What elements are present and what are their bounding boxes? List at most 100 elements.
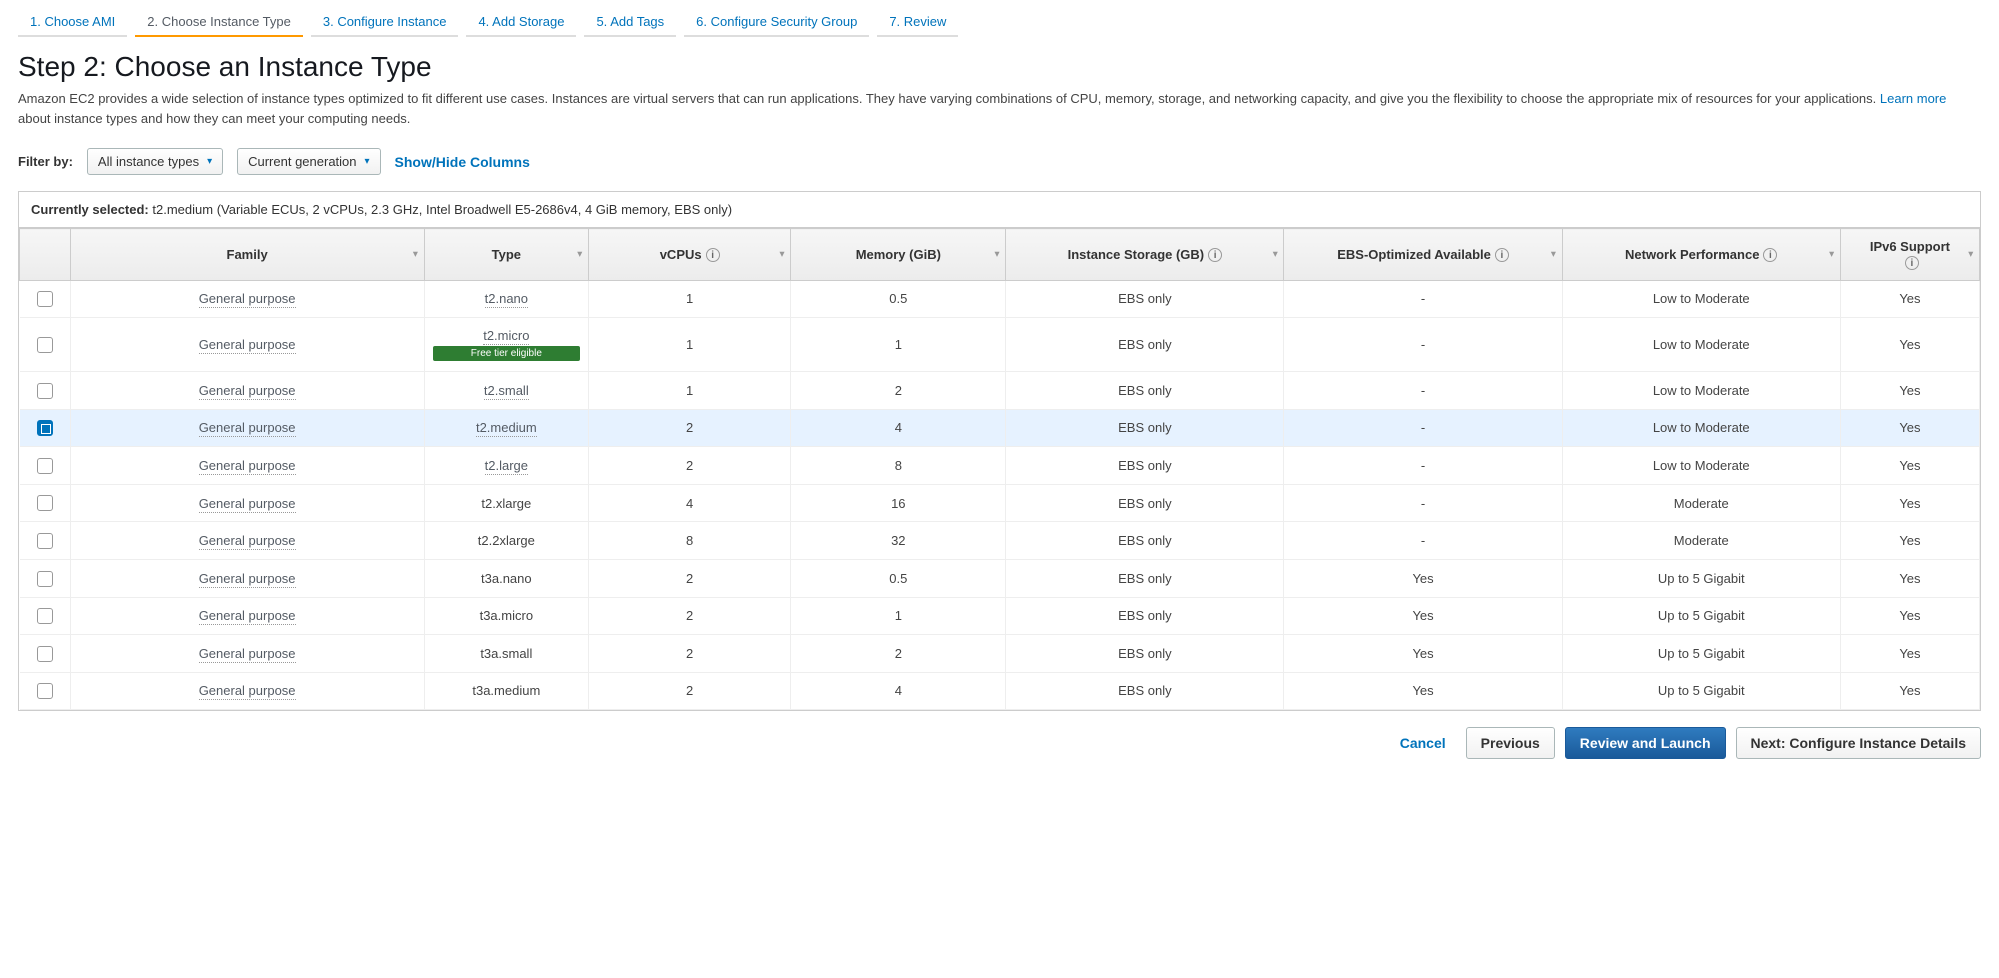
- table-row[interactable]: General purposet2.xlarge416EBS only-Mode…: [20, 484, 1980, 522]
- sort-icon: ▾: [1273, 249, 1278, 260]
- next-button[interactable]: Next: Configure Instance Details: [1736, 727, 1982, 759]
- ipv6-cell: Yes: [1840, 559, 1979, 597]
- info-icon[interactable]: i: [1763, 248, 1777, 262]
- storage-cell: EBS only: [1006, 635, 1284, 673]
- storage-cell: EBS only: [1006, 559, 1284, 597]
- ipv6-cell: Yes: [1840, 635, 1979, 673]
- memory-cell: 0.5: [791, 280, 1006, 318]
- table-row[interactable]: General purposet2.2xlarge832EBS only-Mod…: [20, 522, 1980, 560]
- memory-cell: 2: [791, 635, 1006, 673]
- vcpus-cell: 2: [589, 672, 791, 710]
- type-cell: t3a.medium: [472, 683, 540, 698]
- table-row[interactable]: General purposet3a.nano20.5EBS onlyYesUp…: [20, 559, 1980, 597]
- show-hide-columns-link[interactable]: Show/Hide Columns: [395, 154, 530, 170]
- table-row[interactable]: General purposet3a.micro21EBS onlyYesUp …: [20, 597, 1980, 635]
- storage-cell: EBS only: [1006, 484, 1284, 522]
- sort-icon: ▾: [413, 249, 418, 260]
- memory-cell: 8: [791, 447, 1006, 485]
- table-row[interactable]: General purposet2.nano10.5EBS only-Low t…: [20, 280, 1980, 318]
- network-cell: Up to 5 Gigabit: [1562, 635, 1840, 673]
- ipv6-cell: Yes: [1840, 447, 1979, 485]
- all-instance-types-dropdown[interactable]: All instance types ▾: [87, 148, 223, 175]
- row-checkbox[interactable]: [37, 337, 53, 353]
- column-header-checkbox: [20, 229, 71, 281]
- memory-cell: 1: [791, 597, 1006, 635]
- row-checkbox[interactable]: [37, 571, 53, 587]
- row-checkbox[interactable]: [37, 383, 53, 399]
- table-row[interactable]: General purposet2.small12EBS only-Low to…: [20, 372, 1980, 410]
- family-cell: General purpose: [199, 496, 296, 513]
- column-header-storage[interactable]: Instance Storage (GB)i▾: [1006, 229, 1284, 281]
- family-cell: General purpose: [199, 420, 296, 437]
- wizard-tab-2[interactable]: 2. Choose Instance Type: [135, 8, 303, 37]
- family-cell: General purpose: [199, 533, 296, 550]
- memory-cell: 4: [791, 409, 1006, 447]
- type-cell: t2.nano: [485, 291, 528, 308]
- memory-cell: 16: [791, 484, 1006, 522]
- ebs-cell: Yes: [1284, 559, 1562, 597]
- table-row[interactable]: General purposet3a.small22EBS onlyYesUp …: [20, 635, 1980, 673]
- ebs-cell: -: [1284, 409, 1562, 447]
- vcpus-cell: 8: [589, 522, 791, 560]
- sort-icon: ▾: [577, 249, 582, 260]
- network-cell: Up to 5 Gigabit: [1562, 559, 1840, 597]
- row-checkbox[interactable]: [37, 646, 53, 662]
- info-icon[interactable]: i: [1905, 256, 1919, 270]
- storage-cell: EBS only: [1006, 372, 1284, 410]
- vcpus-cell: 1: [589, 318, 791, 372]
- previous-button[interactable]: Previous: [1466, 727, 1555, 759]
- info-icon[interactable]: i: [1495, 248, 1509, 262]
- row-checkbox[interactable]: [37, 608, 53, 624]
- wizard-tab-3[interactable]: 3. Configure Instance: [311, 8, 459, 37]
- vcpus-cell: 2: [589, 447, 791, 485]
- table-row[interactable]: General purposet3a.medium24EBS onlyYesUp…: [20, 672, 1980, 710]
- type-cell: t2.medium: [476, 420, 537, 437]
- sort-icon: ▾: [780, 249, 785, 260]
- table-row[interactable]: General purposet2.large28EBS only-Low to…: [20, 447, 1980, 485]
- ipv6-cell: Yes: [1840, 318, 1979, 372]
- info-icon[interactable]: i: [1208, 248, 1222, 262]
- column-header-family[interactable]: Family▾: [70, 229, 424, 281]
- row-checkbox[interactable]: [37, 420, 53, 436]
- wizard-tab-7[interactable]: 7. Review: [877, 8, 958, 37]
- row-checkbox[interactable]: [37, 291, 53, 307]
- family-cell: General purpose: [199, 383, 296, 400]
- ebs-cell: -: [1284, 522, 1562, 560]
- filter-by-label: Filter by:: [18, 154, 73, 169]
- memory-cell: 1: [791, 318, 1006, 372]
- ebs-cell: Yes: [1284, 635, 1562, 673]
- column-header-memory[interactable]: Memory (GiB)▾: [791, 229, 1006, 281]
- memory-cell: 2: [791, 372, 1006, 410]
- current-generation-dropdown[interactable]: Current generation ▾: [237, 148, 380, 175]
- type-cell: t2.xlarge: [481, 496, 531, 511]
- row-checkbox[interactable]: [37, 495, 53, 511]
- row-checkbox[interactable]: [37, 458, 53, 474]
- network-cell: Up to 5 Gigabit: [1562, 672, 1840, 710]
- column-header-network[interactable]: Network Performancei▾: [1562, 229, 1840, 281]
- storage-cell: EBS only: [1006, 280, 1284, 318]
- learn-more-link[interactable]: Learn more: [1880, 91, 1946, 106]
- column-header-type[interactable]: Type▾: [424, 229, 588, 281]
- type-cell: t2.2xlarge: [478, 533, 535, 548]
- wizard-tab-4[interactable]: 4. Add Storage: [466, 8, 576, 37]
- wizard-tab-6[interactable]: 6. Configure Security Group: [684, 8, 869, 37]
- column-header-ipv6[interactable]: IPv6 Supporti▾: [1840, 229, 1979, 281]
- ipv6-cell: Yes: [1840, 484, 1979, 522]
- info-icon[interactable]: i: [706, 248, 720, 262]
- family-cell: General purpose: [199, 458, 296, 475]
- row-checkbox[interactable]: [37, 683, 53, 699]
- table-row[interactable]: General purposet2.medium24EBS only-Low t…: [20, 409, 1980, 447]
- row-checkbox[interactable]: [37, 533, 53, 549]
- column-header-vcpus[interactable]: vCPUsi▾: [589, 229, 791, 281]
- wizard-tab-1[interactable]: 1. Choose AMI: [18, 8, 127, 37]
- memory-cell: 4: [791, 672, 1006, 710]
- vcpus-cell: 1: [589, 280, 791, 318]
- table-row[interactable]: General purposet2.microFree tier eligibl…: [20, 318, 1980, 372]
- storage-cell: EBS only: [1006, 409, 1284, 447]
- cancel-button[interactable]: Cancel: [1390, 729, 1456, 757]
- review-and-launch-button[interactable]: Review and Launch: [1565, 727, 1726, 759]
- currently-selected-banner: Currently selected: t2.medium (Variable …: [18, 191, 1981, 227]
- wizard-tab-5[interactable]: 5. Add Tags: [584, 8, 676, 37]
- column-header-ebs[interactable]: EBS-Optimized Availablei▾: [1284, 229, 1562, 281]
- storage-cell: EBS only: [1006, 447, 1284, 485]
